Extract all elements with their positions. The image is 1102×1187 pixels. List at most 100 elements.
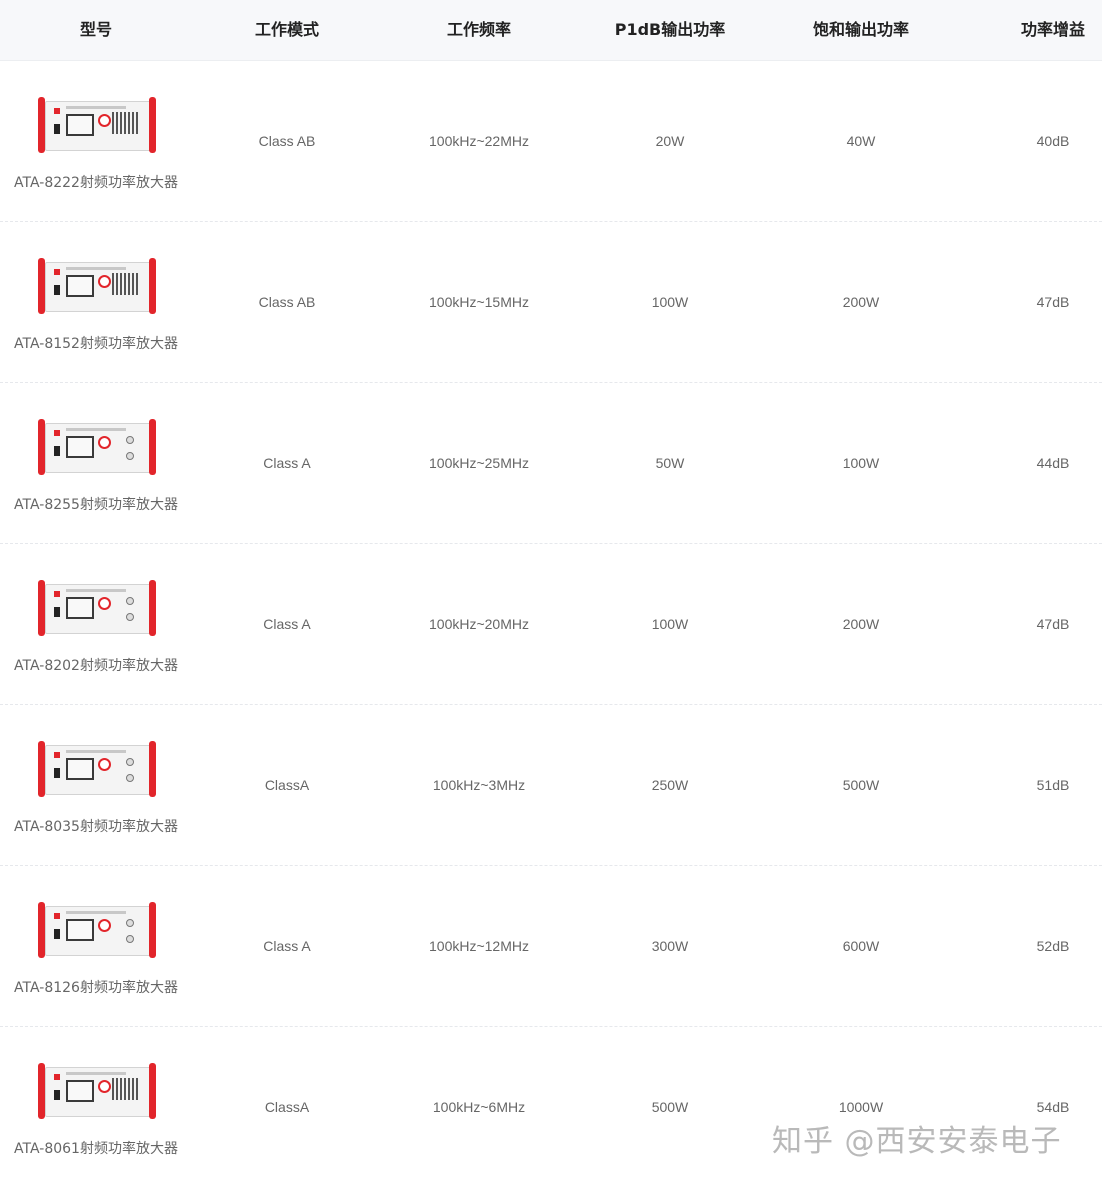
vent-grille-icon bbox=[112, 273, 138, 295]
display-screen-icon bbox=[66, 919, 94, 941]
mode-cell: Class A bbox=[263, 455, 311, 471]
p1db-cell: 500W bbox=[651, 1099, 689, 1115]
saturated-power-cell: 500W bbox=[842, 777, 880, 793]
mode-cell: Class AB bbox=[258, 294, 316, 310]
table-header: 型号 工作模式 工作频率 P1dB输出功率 饱和输出功率 功率增益 bbox=[0, 0, 1102, 61]
table-body: ATA-8222射频功率放大器 Class AB 100kHz~22MHz 20… bbox=[0, 61, 1102, 1187]
connector-icon bbox=[126, 935, 134, 943]
column-header-gain: 功率增益 bbox=[1020, 20, 1085, 39]
p1db-cell: 100W bbox=[651, 616, 689, 632]
knob-icon bbox=[98, 275, 111, 288]
power-switch-icon bbox=[54, 768, 60, 778]
brand-logo-icon bbox=[54, 1074, 60, 1080]
brand-logo-icon bbox=[54, 591, 60, 597]
handle-icon bbox=[149, 419, 156, 475]
table-row: ATA-8202射频功率放大器 Class A 100kHz~20MHz 100… bbox=[0, 544, 1102, 705]
connector-icon bbox=[126, 919, 134, 927]
mode-cell: Class A bbox=[263, 938, 311, 954]
brand-logo-icon bbox=[54, 269, 60, 275]
table-row: ATA-8126射频功率放大器 Class A 100kHz~12MHz 300… bbox=[0, 866, 1102, 1027]
saturated-power-cell: 40W bbox=[846, 133, 876, 149]
mode-cell: Class A bbox=[263, 616, 311, 632]
amplifier-spec-table: 型号 工作模式 工作频率 P1dB输出功率 饱和输出功率 功率增益 ATA-82… bbox=[0, 0, 1102, 1187]
amplifier-image bbox=[38, 258, 156, 314]
handle-icon bbox=[149, 258, 156, 314]
handle-icon bbox=[38, 580, 45, 636]
p1db-cell: 300W bbox=[651, 938, 689, 954]
connector-icon bbox=[126, 758, 134, 766]
column-header-model: 型号 bbox=[79, 20, 112, 39]
display-screen-icon bbox=[66, 275, 94, 297]
connector-icon bbox=[126, 436, 134, 444]
gain-cell: 52dB bbox=[1036, 938, 1070, 954]
handle-icon bbox=[38, 258, 45, 314]
handle-icon bbox=[149, 1063, 156, 1119]
frequency-cell: 100kHz~6MHz bbox=[432, 1099, 526, 1115]
saturated-power-cell: 200W bbox=[842, 616, 880, 632]
display-screen-icon bbox=[66, 1080, 94, 1102]
saturated-power-cell: 600W bbox=[842, 938, 880, 954]
brand-logo-icon bbox=[54, 430, 60, 436]
handle-icon bbox=[38, 419, 45, 475]
column-header-frequency: 工作频率 bbox=[446, 20, 511, 39]
p1db-cell: 100W bbox=[651, 294, 689, 310]
handle-icon bbox=[149, 902, 156, 958]
brand-logo-icon bbox=[54, 108, 60, 114]
model-name: ATA-8061射频功率放大器 bbox=[14, 1141, 178, 1157]
handle-icon bbox=[149, 97, 156, 153]
vent-grille-icon bbox=[112, 112, 138, 134]
model-name: ATA-8035射频功率放大器 bbox=[14, 819, 178, 835]
table-row: ATA-8035射频功率放大器 ClassA 100kHz~3MHz 250W … bbox=[0, 705, 1102, 866]
frequency-cell: 100kHz~22MHz bbox=[429, 133, 529, 149]
gain-cell: 44dB bbox=[1036, 455, 1070, 471]
handle-icon bbox=[149, 580, 156, 636]
amplifier-image bbox=[38, 1063, 156, 1119]
model-name: ATA-8255射频功率放大器 bbox=[14, 497, 178, 513]
handle-icon bbox=[38, 741, 45, 797]
frequency-cell: 100kHz~25MHz bbox=[429, 455, 529, 471]
mode-cell: ClassA bbox=[264, 1099, 310, 1115]
amplifier-image bbox=[38, 902, 156, 958]
column-header-mode: 工作模式 bbox=[254, 20, 319, 39]
saturated-power-cell: 100W bbox=[842, 455, 880, 471]
table-row: ATA-8222射频功率放大器 Class AB 100kHz~22MHz 20… bbox=[0, 61, 1102, 222]
table-row: ATA-8255射频功率放大器 Class A 100kHz~25MHz 50W… bbox=[0, 383, 1102, 544]
amplifier-image bbox=[38, 580, 156, 636]
gain-cell: 47dB bbox=[1036, 616, 1070, 632]
power-switch-icon bbox=[54, 285, 60, 295]
model-name: ATA-8222射频功率放大器 bbox=[14, 175, 178, 191]
knob-icon bbox=[98, 436, 111, 449]
display-screen-icon bbox=[66, 436, 94, 458]
amplifier-image bbox=[38, 419, 156, 475]
p1db-cell: 250W bbox=[651, 777, 689, 793]
power-switch-icon bbox=[54, 446, 60, 456]
knob-icon bbox=[98, 758, 111, 771]
power-switch-icon bbox=[54, 929, 60, 939]
gain-cell: 40dB bbox=[1036, 133, 1070, 149]
column-header-saturated-power: 饱和输出功率 bbox=[812, 20, 909, 39]
mode-cell: Class AB bbox=[258, 133, 316, 149]
knob-icon bbox=[98, 919, 111, 932]
gain-cell: 51dB bbox=[1036, 777, 1070, 793]
gain-cell: 54dB bbox=[1036, 1099, 1070, 1115]
display-screen-icon bbox=[66, 758, 94, 780]
brand-logo-icon bbox=[54, 752, 60, 758]
power-switch-icon bbox=[54, 1090, 60, 1100]
display-screen-icon bbox=[66, 597, 94, 619]
p1db-cell: 20W bbox=[655, 133, 685, 149]
saturated-power-cell: 200W bbox=[842, 294, 880, 310]
model-name: ATA-8152射频功率放大器 bbox=[14, 336, 178, 352]
knob-icon bbox=[98, 1080, 111, 1093]
handle-icon bbox=[149, 741, 156, 797]
saturated-power-cell: 1000W bbox=[838, 1099, 884, 1115]
knob-icon bbox=[98, 114, 111, 127]
knob-icon bbox=[98, 597, 111, 610]
frequency-cell: 100kHz~12MHz bbox=[429, 938, 529, 954]
power-switch-icon bbox=[54, 124, 60, 134]
connector-icon bbox=[126, 774, 134, 782]
mode-cell: ClassA bbox=[264, 777, 310, 793]
watermark: 知乎 @西安安泰电子 bbox=[772, 1124, 1062, 1159]
connector-icon bbox=[126, 613, 134, 621]
power-switch-icon bbox=[54, 607, 60, 617]
handle-icon bbox=[38, 1063, 45, 1119]
